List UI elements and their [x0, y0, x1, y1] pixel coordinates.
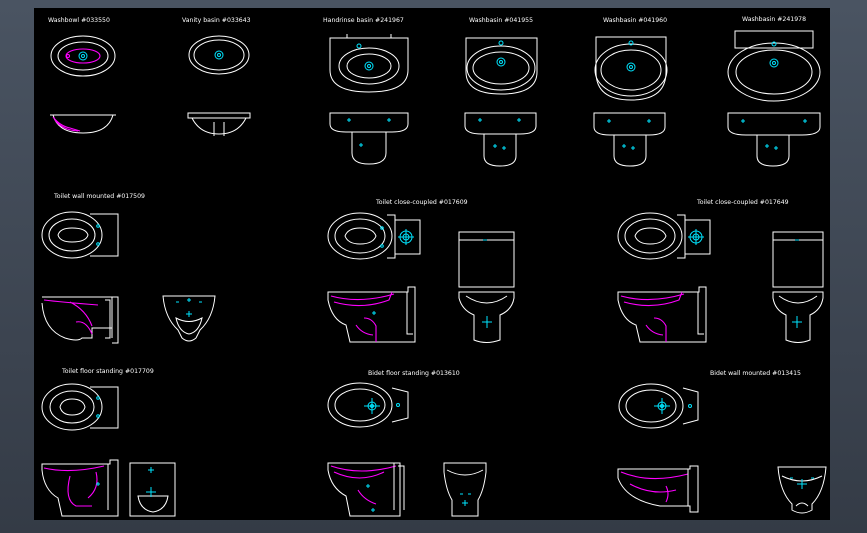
- toilet-wall-mounted-plan[interactable]: [41, 211, 119, 259]
- bidet-floor-standing-front[interactable]: [443, 462, 487, 517]
- toilet-close-coupled-1-side[interactable]: [327, 286, 416, 343]
- washbasin-1-elevation[interactable]: [464, 112, 537, 167]
- label-toilet-floor-standing: Toilet floor standing #017709: [61, 368, 154, 375]
- toilet-close-coupled-2-plan[interactable]: [617, 212, 711, 260]
- bidet-wall-mounted-plan[interactable]: [618, 383, 699, 429]
- label-washbowl: Washbowl #033550: [48, 17, 110, 24]
- label-washbasin-2: Washbasin #041960: [603, 17, 667, 24]
- toilet-close-coupled-2-side[interactable]: [617, 286, 707, 343]
- toilet-wall-mounted-side[interactable]: [41, 296, 119, 344]
- bidet-floor-standing-plan[interactable]: [327, 382, 409, 428]
- washbasin-2-plan[interactable]: [594, 36, 668, 101]
- label-handrinse-basin: Handrinse basin #241967: [323, 17, 404, 24]
- toilet-floor-standing-plan[interactable]: [41, 383, 119, 431]
- washbasin-1-plan[interactable]: [465, 37, 538, 95]
- label-washbasin-1: Washbasin #041955: [469, 17, 533, 24]
- label-toilet-close-coupled-1: Toilet close-coupled #017609: [375, 199, 468, 206]
- washbasin-3-plan[interactable]: [727, 30, 821, 102]
- drawing-sheet[interactable]: Washbowl #033550 Vanity basin #033643 Ha…: [34, 8, 830, 520]
- toilet-wall-mounted-front[interactable]: [162, 295, 216, 342]
- toilet-close-coupled-1-plan[interactable]: [327, 212, 421, 260]
- toilet-close-coupled-1-front[interactable]: [458, 231, 515, 343]
- bidet-wall-mounted-side[interactable]: [617, 465, 699, 513]
- label-toilet-close-coupled-2: Toilet close-coupled #017649: [696, 199, 789, 206]
- handrinse-basin-plan[interactable]: [329, 34, 409, 93]
- label-vanity-basin: Vanity basin #033643: [182, 17, 251, 24]
- label-bidet-floor-standing: Bidet floor standing #013610: [368, 370, 460, 377]
- vanity-basin-plan[interactable]: [188, 35, 250, 75]
- toilet-floor-standing-side[interactable]: [41, 459, 119, 517]
- bidet-wall-mounted-front[interactable]: [777, 466, 827, 514]
- toilet-close-coupled-2-front[interactable]: [772, 231, 824, 343]
- label-bidet-wall-mounted: Bidet wall mounted #013415: [710, 370, 801, 377]
- washbowl-elevation[interactable]: [50, 114, 116, 134]
- label-washbasin-3: Washbasin #241978: [742, 16, 806, 23]
- cad-drawing: Washbowl #033550 Vanity basin #033643 Ha…: [41, 16, 827, 517]
- label-toilet-wall-mounted: Toilet wall mounted #017509: [53, 193, 145, 200]
- washbasin-3-elevation[interactable]: [727, 112, 821, 167]
- washbasin-2-elevation[interactable]: [593, 112, 666, 167]
- bidet-floor-standing-side[interactable]: [327, 462, 405, 517]
- washbowl-plan[interactable]: [50, 35, 116, 77]
- vanity-basin-elevation[interactable]: [187, 112, 251, 136]
- toilet-floor-standing-front[interactable]: [129, 462, 176, 517]
- handrinse-basin-elevation[interactable]: [329, 112, 409, 165]
